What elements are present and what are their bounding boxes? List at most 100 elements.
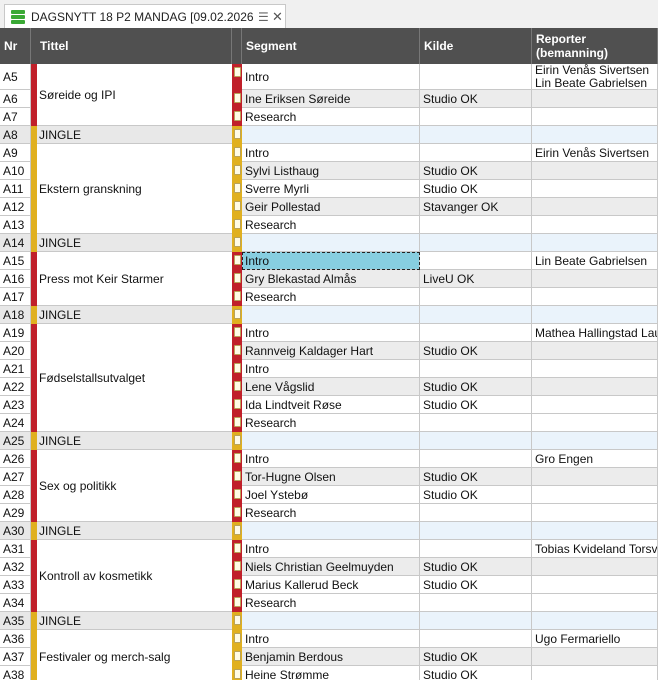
jingle-title[interactable]: JINGLE: [36, 522, 232, 540]
segment-cell[interactable]: Intro: [242, 144, 420, 162]
segment-note-icon[interactable]: [234, 525, 241, 535]
segment-cell[interactable]: Intro: [242, 450, 420, 468]
kilde-cell[interactable]: Studio OK: [420, 468, 532, 486]
kilde-cell[interactable]: [420, 324, 532, 342]
segment-note-icon[interactable]: [234, 435, 241, 445]
kilde-cell[interactable]: Studio OK: [420, 576, 532, 594]
column-header-kilde[interactable]: Kilde: [420, 28, 532, 64]
segment-note-icon[interactable]: [234, 507, 241, 517]
segment-note-icon[interactable]: [234, 381, 241, 391]
segment-note-icon[interactable]: [234, 237, 241, 247]
kilde-cell[interactable]: [420, 126, 532, 144]
kilde-cell[interactable]: Studio OK: [420, 666, 532, 680]
segment-note-icon[interactable]: [234, 633, 241, 643]
segment-cell[interactable]: Sylvi Listhaug: [242, 162, 420, 180]
segment-cell[interactable]: Research: [242, 594, 420, 612]
reporter-cell[interactable]: [532, 108, 658, 126]
column-header-tittel[interactable]: Tittel: [36, 28, 232, 64]
segment-note-icon[interactable]: [234, 201, 241, 211]
segment-cell[interactable]: Joel Ystebø: [242, 486, 420, 504]
kilde-cell[interactable]: Studio OK: [420, 342, 532, 360]
reporter-cell[interactable]: [532, 288, 658, 306]
reporter-cell[interactable]: [532, 522, 658, 540]
reporter-cell[interactable]: [532, 306, 658, 324]
reporter-cell[interactable]: [532, 216, 658, 234]
reporter-cell[interactable]: Tobias Kvideland Torsvik: [532, 540, 658, 558]
segment-cell[interactable]: Lene Vågslid: [242, 378, 420, 396]
segment-cell[interactable]: [242, 522, 420, 540]
reporter-cell[interactable]: [532, 360, 658, 378]
segment-note-icon[interactable]: [234, 597, 241, 607]
segment-note-icon[interactable]: [234, 543, 241, 553]
segment-cell[interactable]: Benjamin Berdous: [242, 648, 420, 666]
reporter-cell[interactable]: Mathea Hallingstad Laug: [532, 324, 658, 342]
story-title[interactable]: Fødselstallsutvalget: [36, 324, 232, 432]
kilde-cell[interactable]: [420, 108, 532, 126]
segment-cell[interactable]: Research: [242, 108, 420, 126]
segment-note-icon[interactable]: [234, 615, 241, 625]
kilde-cell[interactable]: Studio OK: [420, 486, 532, 504]
rundown-tab[interactable]: DAGSNYTT 18 P2 MANDAG [09.02.2026 18:0 ☰…: [4, 4, 286, 28]
story-title[interactable]: Festivaler og merch-salg: [36, 630, 232, 680]
segment-cell[interactable]: Intro: [242, 540, 420, 558]
segment-cell[interactable]: [242, 306, 420, 324]
segment-cell[interactable]: Rannveig Kaldager Hart: [242, 342, 420, 360]
reporter-cell[interactable]: [532, 198, 658, 216]
story-title[interactable]: Kontroll av kosmetikk: [36, 540, 232, 612]
reporter-cell[interactable]: [532, 270, 658, 288]
segment-cell[interactable]: Geir Pollestad: [242, 198, 420, 216]
selected-segment-cell[interactable]: Intro: [242, 252, 420, 270]
segment-cell[interactable]: Research: [242, 504, 420, 522]
segment-note-icon[interactable]: [234, 471, 241, 481]
story-title[interactable]: Press mot Keir Starmer: [36, 252, 232, 306]
segment-cell[interactable]: Intro: [242, 630, 420, 648]
kilde-cell[interactable]: [420, 306, 532, 324]
reporter-cell[interactable]: [532, 648, 658, 666]
segment-cell[interactable]: Research: [242, 414, 420, 432]
story-title[interactable]: Sex og politikk: [36, 450, 232, 522]
kilde-cell[interactable]: [420, 216, 532, 234]
kilde-cell[interactable]: [420, 594, 532, 612]
reporter-cell[interactable]: [532, 468, 658, 486]
kilde-cell[interactable]: Studio OK: [420, 558, 532, 576]
segment-note-icon[interactable]: [234, 111, 241, 121]
segment-cell[interactable]: [242, 234, 420, 252]
segment-cell[interactable]: [242, 432, 420, 450]
reporter-cell[interactable]: [532, 576, 658, 594]
segment-cell[interactable]: Heine Strømme: [242, 666, 420, 680]
column-header-reporter[interactable]: Reporter (bemanning): [532, 28, 658, 64]
story-title[interactable]: Søreide og IPI: [36, 64, 232, 126]
reporter-cell[interactable]: [532, 162, 658, 180]
segment-cell[interactable]: [242, 126, 420, 144]
reporter-cell[interactable]: [532, 180, 658, 198]
kilde-cell[interactable]: [420, 432, 532, 450]
kilde-cell[interactable]: Studio OK: [420, 396, 532, 414]
segment-cell[interactable]: Marius Kallerud Beck: [242, 576, 420, 594]
segment-note-icon[interactable]: [234, 399, 241, 409]
kilde-cell[interactable]: [420, 630, 532, 648]
segment-note-icon[interactable]: [234, 561, 241, 571]
segment-note-icon[interactable]: [234, 669, 241, 679]
segment-note-icon[interactable]: [234, 489, 241, 499]
segment-note-icon[interactable]: [234, 291, 241, 301]
segment-note-icon[interactable]: [234, 255, 241, 265]
segment-cell[interactable]: Sverre Myrli: [242, 180, 420, 198]
kilde-cell[interactable]: LiveU OK: [420, 270, 532, 288]
kilde-cell[interactable]: [420, 144, 532, 162]
jingle-title[interactable]: JINGLE: [36, 306, 232, 324]
segment-cell[interactable]: [242, 612, 420, 630]
kilde-cell[interactable]: [420, 522, 532, 540]
menu-icon[interactable]: ☰: [258, 10, 269, 24]
kilde-cell[interactable]: [420, 414, 532, 432]
reporter-cell[interactable]: [532, 594, 658, 612]
segment-cell[interactable]: Research: [242, 288, 420, 306]
jingle-title[interactable]: JINGLE: [36, 234, 232, 252]
jingle-title[interactable]: JINGLE: [36, 612, 232, 630]
segment-note-icon[interactable]: [234, 67, 241, 77]
segment-note-icon[interactable]: [234, 579, 241, 589]
segment-cell[interactable]: Intro: [242, 324, 420, 342]
reporter-cell[interactable]: [532, 234, 658, 252]
kilde-cell[interactable]: [420, 504, 532, 522]
segment-note-icon[interactable]: [234, 453, 241, 463]
kilde-cell[interactable]: [420, 450, 532, 468]
